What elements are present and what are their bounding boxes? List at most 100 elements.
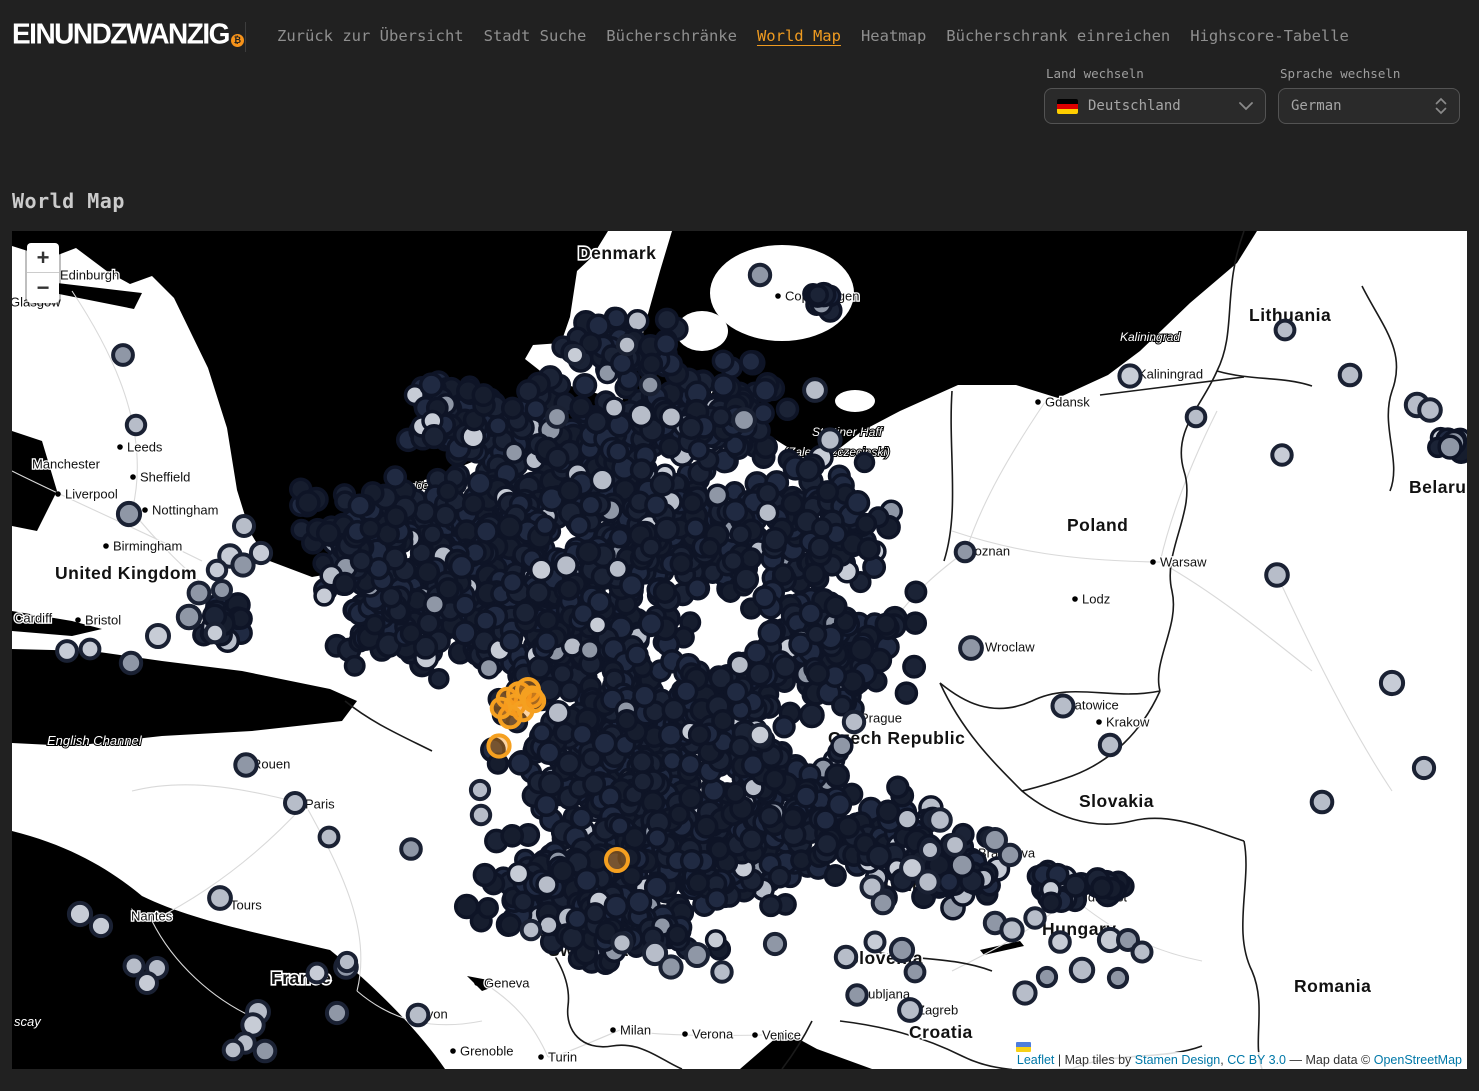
- map-marker[interactable]: [642, 354, 661, 373]
- nav-link-world-map[interactable]: World Map: [757, 27, 841, 45]
- map-marker[interactable]: [608, 442, 627, 461]
- map-marker[interactable]: [956, 543, 975, 562]
- map-marker[interactable]: [630, 404, 652, 426]
- map-marker[interactable]: [800, 603, 821, 624]
- map-marker[interactable]: [334, 574, 355, 595]
- map-marker[interactable]: [537, 632, 557, 652]
- map-marker[interactable]: [529, 658, 550, 679]
- map-marker[interactable]: [683, 494, 702, 513]
- map-marker[interactable]: [819, 429, 840, 450]
- map-marker[interactable]: [499, 516, 521, 538]
- map-marker[interactable]: [808, 663, 829, 684]
- map-marker[interactable]: [760, 807, 780, 827]
- osm-link[interactable]: OpenStreetMap: [1374, 1053, 1462, 1067]
- map-marker[interactable]: [594, 732, 616, 754]
- map-marker[interactable]: [213, 581, 231, 599]
- map-marker[interactable]: [741, 352, 761, 372]
- nav-link-b-cherschr-nke[interactable]: Bücherschränke: [606, 27, 737, 45]
- map-marker[interactable]: [707, 890, 726, 909]
- map-marker[interactable]: [1109, 969, 1127, 987]
- map-marker[interactable]: [611, 817, 629, 835]
- map-marker[interactable]: [232, 554, 253, 575]
- map-marker[interactable]: [655, 582, 676, 603]
- map-marker[interactable]: [765, 934, 785, 954]
- map-marker[interactable]: [617, 711, 636, 730]
- map-marker[interactable]: [712, 408, 730, 426]
- map-marker[interactable]: [1001, 919, 1022, 940]
- map-marker[interactable]: [137, 973, 157, 993]
- map-marker[interactable]: [642, 538, 660, 556]
- map-marker[interactable]: [730, 655, 749, 674]
- map-marker[interactable]: [561, 682, 580, 701]
- map-marker[interactable]: [847, 492, 869, 514]
- map-marker[interactable]: [726, 783, 745, 802]
- map-marker[interactable]: [366, 615, 384, 633]
- map-marker[interactable]: [731, 737, 751, 757]
- map-marker[interactable]: [580, 641, 599, 660]
- map-marker[interactable]: [538, 742, 559, 763]
- map-marker[interactable]: [1381, 672, 1403, 694]
- ccby-link[interactable]: CC BY 3.0: [1227, 1053, 1286, 1067]
- map-marker[interactable]: [385, 467, 405, 487]
- map-marker[interactable]: [825, 596, 845, 616]
- map-marker[interactable]: [755, 380, 776, 401]
- map-marker[interactable]: [561, 927, 583, 949]
- map-marker[interactable]: [612, 933, 631, 952]
- map-marker[interactable]: [703, 780, 724, 801]
- map-marker[interactable]: [652, 474, 673, 495]
- map-marker[interactable]: [680, 755, 700, 775]
- map-marker[interactable]: [628, 891, 650, 913]
- nav-link-highscore-tabelle[interactable]: Highscore-Tabelle: [1190, 27, 1349, 45]
- logo[interactable]: EINUNDZWANZIG ₿: [12, 20, 244, 48]
- map-marker[interactable]: [1133, 943, 1152, 962]
- map-marker[interactable]: [503, 398, 523, 418]
- map-marker[interactable]: [510, 753, 531, 774]
- map-marker[interactable]: [836, 947, 856, 967]
- map-marker[interactable]: [125, 957, 144, 976]
- map-marker[interactable]: [686, 944, 708, 966]
- map-marker[interactable]: [873, 893, 894, 914]
- map-marker[interactable]: [402, 624, 421, 643]
- map-marker[interactable]: [859, 539, 879, 559]
- map-marker[interactable]: [57, 641, 77, 661]
- map-marker[interactable]: [500, 915, 520, 935]
- map-marker[interactable]: [320, 828, 339, 847]
- map-marker[interactable]: [661, 407, 682, 428]
- map-marker[interactable]: [857, 515, 876, 534]
- map-marker-orange[interactable]: [524, 691, 544, 711]
- map-marker[interactable]: [1340, 365, 1361, 386]
- map-marker[interactable]: [605, 398, 624, 417]
- map-marker[interactable]: [632, 460, 652, 480]
- map-marker[interactable]: [688, 873, 708, 893]
- map-marker[interactable]: [826, 866, 846, 886]
- map-marker[interactable]: [552, 860, 573, 881]
- map-marker[interactable]: [349, 495, 370, 516]
- map-marker[interactable]: [318, 523, 339, 544]
- map-marker[interactable]: [906, 582, 925, 601]
- map-marker[interactable]: [676, 681, 697, 702]
- map-marker[interactable]: [1025, 908, 1044, 927]
- map-marker[interactable]: [815, 810, 835, 830]
- map-marker[interactable]: [690, 441, 709, 460]
- map-marker[interactable]: [425, 595, 444, 614]
- map-marker[interactable]: [891, 939, 913, 961]
- map-marker[interactable]: [1071, 959, 1093, 981]
- map-marker[interactable]: [611, 529, 629, 547]
- world-map[interactable]: DenmarkUnited KingdomNetherlandsPolandBe…: [12, 231, 1467, 1069]
- map-marker[interactable]: [501, 632, 520, 651]
- map-marker[interactable]: [770, 867, 790, 887]
- map-marker[interactable]: [1272, 445, 1291, 464]
- map-marker[interactable]: [826, 765, 848, 787]
- map-marker[interactable]: [81, 640, 100, 659]
- map-marker[interactable]: [547, 448, 567, 468]
- map-marker[interactable]: [1119, 365, 1140, 386]
- map-marker[interactable]: [567, 909, 586, 928]
- map-marker[interactable]: [147, 625, 169, 647]
- map-marker[interactable]: [515, 602, 536, 623]
- map-marker[interactable]: [577, 541, 599, 563]
- map-marker[interactable]: [234, 516, 254, 536]
- map-marker[interactable]: [69, 903, 91, 925]
- map-marker[interactable]: [1187, 408, 1206, 427]
- map-marker[interactable]: [574, 375, 595, 396]
- stamen-link[interactable]: Stamen Design: [1135, 1053, 1220, 1067]
